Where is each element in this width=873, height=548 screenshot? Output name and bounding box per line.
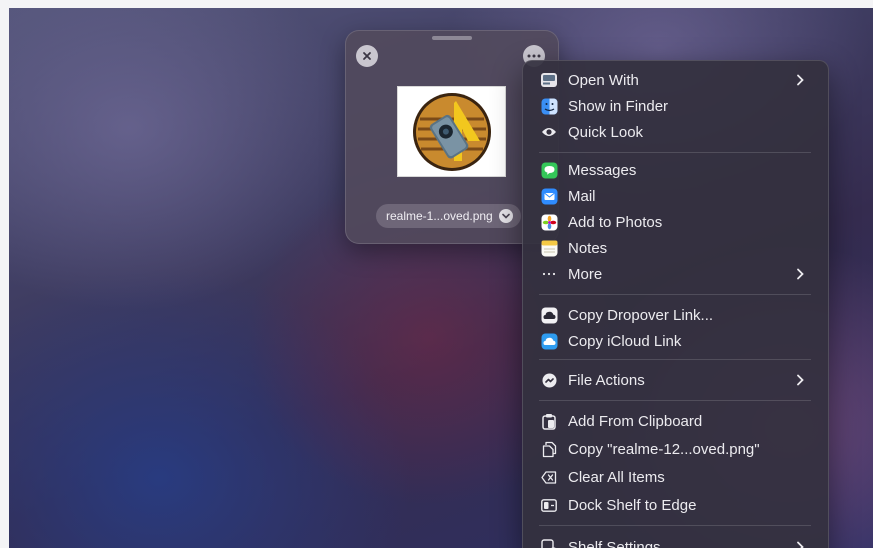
eye-icon: [540, 123, 558, 141]
menu-item-add-from-clipboard[interactable]: Add From Clipboard: [529, 409, 822, 433]
close-icon: [363, 52, 371, 60]
menu-separator: [539, 294, 811, 295]
file-actions-icon: [540, 371, 558, 389]
ellipsis-icon: [540, 265, 558, 283]
file-name-pill[interactable]: realme-1...oved.png: [376, 204, 521, 228]
chevron-right-icon: [796, 268, 806, 280]
menu-item-messages[interactable]: Messages: [529, 158, 822, 182]
desktop-wallpaper: realme-1...oved.png Open With Show in Fi…: [9, 8, 873, 548]
menu-item-copy-icloud-link[interactable]: Copy iCloud Link: [529, 329, 822, 353]
file-options-chevron[interactable]: [498, 209, 513, 223]
mail-icon: [540, 187, 558, 205]
menu-item-more[interactable]: More: [529, 262, 822, 286]
clear-icon: [540, 468, 558, 486]
finder-icon: [540, 97, 558, 115]
chevron-right-icon: [796, 541, 806, 548]
menu-separator: [539, 152, 811, 153]
shelf-drag-handle[interactable]: [432, 36, 472, 40]
menu-item-open-with[interactable]: Open With: [529, 68, 822, 92]
notes-icon: [540, 239, 558, 257]
menu-separator: [539, 359, 811, 360]
menu-item-shelf-settings[interactable]: Shelf Settings: [529, 535, 822, 548]
file-thumbnail[interactable]: [397, 86, 506, 177]
menu-item-dock-shelf-to-edge[interactable]: Dock Shelf to Edge: [529, 493, 822, 517]
menu-item-quick-look[interactable]: Quick Look: [529, 120, 822, 144]
menu-item-add-to-photos[interactable]: Add to Photos: [529, 210, 822, 234]
menu-item-copy-dropover-link[interactable]: Copy Dropover Link...: [529, 303, 822, 327]
menu-item-notes[interactable]: Notes: [529, 236, 822, 260]
dock-edge-icon: [540, 496, 558, 514]
clipboard-add-icon: [540, 412, 558, 430]
chevron-right-icon: [796, 374, 806, 386]
open-with-icon: [540, 71, 558, 89]
ellipsis-icon: [527, 54, 541, 58]
close-shelf-button[interactable]: [356, 45, 378, 67]
photos-icon: [540, 213, 558, 231]
chevron-right-icon: [796, 74, 806, 86]
menu-item-copy-file[interactable]: Copy "realme-12...oved.png": [529, 437, 822, 461]
menu-separator: [539, 525, 811, 526]
dropover-cloud-icon: [540, 306, 558, 324]
menu-item-show-in-finder[interactable]: Show in Finder: [529, 94, 822, 118]
shelf-context-menu: Open With Show in Finder Quick Look Mess…: [522, 60, 829, 548]
messages-icon: [540, 161, 558, 179]
menu-item-file-actions[interactable]: File Actions: [529, 368, 822, 392]
file-name-label: realme-1...oved.png: [386, 209, 493, 223]
menu-item-clear-all-items[interactable]: Clear All Items: [529, 465, 822, 489]
icloud-icon: [540, 332, 558, 350]
menu-separator: [539, 400, 811, 401]
copy-icon: [540, 440, 558, 458]
menu-item-mail[interactable]: Mail: [529, 184, 822, 208]
chevron-down-icon: [501, 213, 510, 219]
phone-logo-image: [412, 92, 491, 171]
shelf-settings-icon: [540, 538, 558, 548]
